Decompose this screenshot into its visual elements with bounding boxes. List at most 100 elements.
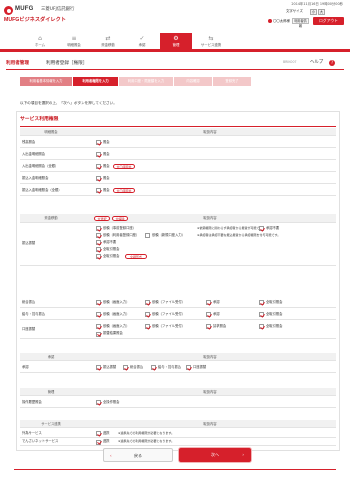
checkbox-label: 全操作照会 (103, 399, 120, 404)
font-small-button[interactable]: 小 (310, 9, 317, 15)
header-cell: 承認 (47, 355, 55, 359)
nav-home[interactable]: ⌂ ホーム (24, 33, 56, 49)
checkbox[interactable] (259, 324, 264, 329)
option-label: 全銀形式 (129, 255, 142, 259)
font-size-label: 文字サイズ (286, 9, 303, 13)
note-text: ※承認者は承認不要な振込振替から承認権限を付与可能です。 (197, 232, 281, 237)
checkbox-label: 承認 (213, 299, 220, 304)
nav-statement[interactable]: ≡ 明細照会 (58, 33, 90, 49)
nav-approve[interactable]: ✓ 承認 (126, 33, 158, 49)
checkbox[interactable] (96, 312, 101, 317)
checkbox[interactable] (96, 431, 101, 436)
all-account-option[interactable]: 全口座照会 (113, 164, 135, 169)
header-cell: 取扱内容 (203, 216, 217, 220)
checkbox[interactable] (96, 300, 101, 305)
note-text: ※連携先での利用権限が必要となります。 (118, 430, 175, 435)
help-icon[interactable]: ? (329, 60, 335, 66)
checkbox[interactable] (206, 312, 211, 317)
user-name: 〇〇太郎様 (268, 19, 290, 24)
home-icon: ⌂ (38, 35, 42, 42)
header-cell: 取扱内容 (203, 390, 217, 394)
table-row: でんさいネットサービス 連携 ※連携先での利用権限が必要となります。 (20, 438, 336, 446)
table-row: 承認 振込振替 総合振込 給与・賞与振込 口座振替 (20, 362, 336, 373)
checkbox[interactable] (145, 300, 150, 305)
row-label: 総合振込 (22, 299, 36, 304)
back-button[interactable]: ‹ 戻る (103, 448, 173, 462)
checkbox-label: 承認 (213, 311, 220, 316)
checkbox[interactable] (186, 365, 191, 370)
checkbox[interactable] (96, 365, 101, 370)
checkbox[interactable] (96, 152, 101, 157)
all-format-option[interactable]: 全銀形式 (125, 254, 147, 259)
nav-manage[interactable]: ⚙ 管理 (160, 33, 192, 49)
screen-code: BRIK007 (283, 60, 297, 64)
checkbox[interactable] (96, 324, 101, 329)
table-header: 資金移動 全選択 全解除 取扱内容 (20, 214, 336, 223)
checkbox-label: 連携 (103, 430, 110, 435)
checkbox-label: 承認不要 (266, 225, 280, 230)
checkbox[interactable] (151, 365, 156, 370)
table-row: 振込入金明細照会（全銀） 照会 全口座照会 (20, 185, 336, 196)
checkbox-label: 依頼（ファイル受付） (152, 311, 185, 316)
button-label: 次へ (211, 452, 219, 457)
row-label: 入出金明細照会 (22, 151, 46, 156)
checkbox[interactable] (259, 226, 264, 231)
next-button[interactable]: 次へ › (178, 447, 252, 463)
step-4: 内容確認 (174, 77, 212, 86)
checkbox[interactable] (145, 324, 150, 329)
nav-service-link[interactable]: ⇆ サービス連携 (194, 33, 228, 49)
header: MUFG 三菱UFJ信託銀行 MUFGビジネスダイレクト 2014年11月16日… (0, 0, 350, 29)
nav-transfer[interactable]: ⇄ 資金移動 (92, 33, 124, 49)
link-icon: ⇆ (208, 35, 214, 42)
checkbox-label: 照会 (103, 187, 110, 192)
transfer-icon: ⇄ (105, 35, 111, 42)
checkbox[interactable] (96, 331, 101, 337)
logout-button[interactable]: ログアウト (313, 17, 344, 25)
checkbox[interactable] (259, 312, 264, 317)
checkbox[interactable] (123, 365, 128, 370)
checkbox[interactable] (96, 164, 101, 169)
header-cell: 取扱内容 (203, 130, 217, 134)
service-name: MUFGビジネスダイレクト (4, 17, 66, 23)
checkbox[interactable] (206, 324, 211, 329)
all-account-option[interactable]: 全口座照会 (113, 188, 135, 193)
step-5: 登録完了 (213, 77, 251, 86)
nav-label: サービス連携 (200, 43, 222, 47)
checkbox[interactable] (206, 300, 211, 305)
checkbox[interactable] (96, 176, 101, 181)
font-large-button[interactable]: 大 (318, 9, 325, 15)
checkbox-label: 全取引照会 (103, 253, 120, 258)
checkbox-label: 照会 (103, 163, 110, 168)
checkbox[interactable] (96, 439, 101, 445)
checkbox[interactable] (96, 188, 101, 193)
checkbox[interactable] (96, 226, 101, 231)
list-icon: ≡ (71, 35, 77, 42)
checkbox[interactable] (96, 254, 101, 259)
chevron-right-icon: › (242, 452, 244, 457)
user-info-button[interactable]: 利用者情報 (292, 18, 309, 28)
checkbox-label: 依頼（利用者登録口座） (103, 232, 140, 237)
table-row: 残高照会 照会 (20, 137, 336, 148)
page: MUFG 三菱UFJ信託銀行 MUFGビジネスダイレクト 2014年11月16日… (0, 0, 350, 493)
instruction-text: 以下の項目を選択の上、「次へ」ボタンを押してください。 (20, 101, 117, 105)
help-link[interactable]: ヘルプ (310, 60, 323, 65)
checkbox[interactable] (259, 300, 264, 305)
global-nav: ⌂ ホーム ≡ 明細照会 ⇄ 資金移動 ✓ 承認 ⚙ 管理 ⇆ サービス連携 (0, 33, 350, 52)
note-text: ※依頼権限に関わらず承認者から振替が可能です。 (197, 225, 266, 230)
checkbox[interactable] (96, 247, 101, 252)
checkbox-label: 全取引照会 (266, 323, 283, 328)
row-label: 入出金明細照会（全銀） (22, 163, 59, 168)
checkbox[interactable] (145, 312, 150, 317)
checkbox[interactable] (96, 400, 101, 405)
checkbox[interactable] (96, 140, 101, 145)
checkbox[interactable] (96, 240, 101, 245)
checkbox[interactable] (96, 233, 101, 238)
table-row: 外為サービス 連携 ※連携先での利用権限が必要となります。 (20, 429, 336, 438)
header-cell: 資金移動 (44, 216, 58, 220)
header-cell: サービス連携 (41, 422, 61, 426)
button-label: 戻る (134, 453, 142, 458)
checkbox-label: 総合振込 (130, 364, 144, 369)
title-divider (6, 69, 344, 70)
checkbox[interactable] (145, 233, 150, 238)
option-label: 全口座照会 (116, 189, 132, 193)
